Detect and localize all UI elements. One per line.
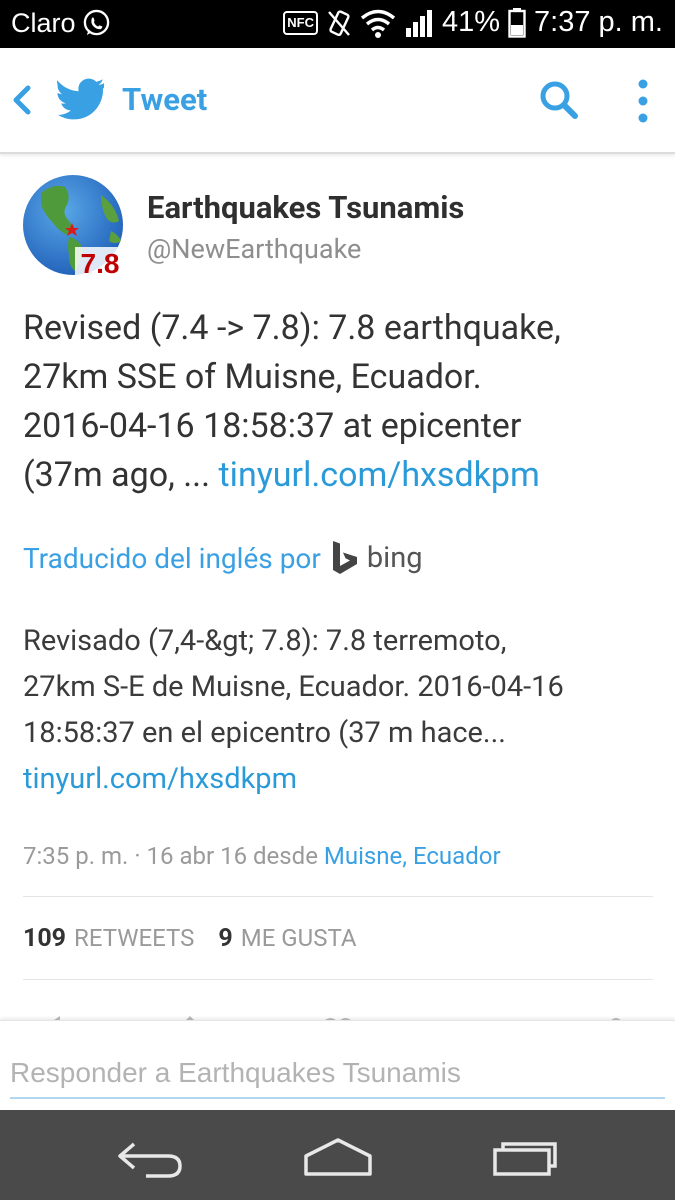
tweet-metadata: 7:35 p. m. · 16 abr 16 desde Muisne, Ecu… xyxy=(23,842,501,870)
tweet-text-line: 27km SSE of Muisne, Ecuador. xyxy=(23,357,482,397)
translated-text: Revisado (7,4-&gt; 7.8): 7.8 terremoto, … xyxy=(23,618,663,802)
translated-text-line: 18:58:37 en el epicentro (37 m hace... xyxy=(23,716,506,750)
tweet-text-line-start: (37m ago, ... xyxy=(23,455,219,495)
nfc-icon: NFC xyxy=(283,10,318,35)
tweet-location-link[interactable]: Muisne, Ecuador xyxy=(324,842,501,870)
author-handle[interactable]: @NewEarthquake xyxy=(147,233,361,265)
author-avatar[interactable]: 7.8 xyxy=(23,175,125,277)
reply-input[interactable] xyxy=(10,1049,665,1099)
tweet-text-line: Revised (7.4 -> 7.8): 7.8 earthquake, xyxy=(23,308,561,348)
whatsapp-icon xyxy=(83,9,110,36)
back-icon[interactable] xyxy=(116,1136,184,1178)
carrier-label: Claro xyxy=(11,8,76,38)
tweet-stats: 109 RETWEETS 9 ME GUSTA xyxy=(23,924,381,953)
from-label: desde xyxy=(253,842,318,870)
tweet-text-line: (37m ago, ... tinyurl.com/hxsdkpm xyxy=(23,451,653,500)
divider xyxy=(23,979,653,980)
overflow-menu-icon[interactable] xyxy=(634,78,652,124)
likes-label[interactable]: ME GUSTA xyxy=(241,924,357,952)
battery-percent: 41% xyxy=(441,6,501,38)
divider xyxy=(23,896,653,897)
retweets-count[interactable]: 109 xyxy=(23,924,66,953)
translated-link[interactable]: tinyurl.com/hxsdkpm xyxy=(23,756,663,802)
status-bar: Claro NFC 41% 7:37 p. m. xyxy=(0,0,675,48)
tweet-timestamp: 7:35 p. m. · 16 abr 16 xyxy=(23,842,248,870)
wifi-icon xyxy=(360,9,396,38)
translated-text-line: 27km S-E de Muisne, Ecuador. 2016-04-16 xyxy=(23,670,564,704)
recent-apps-icon[interactable] xyxy=(492,1136,562,1178)
translation-attribution[interactable]: Traducido del inglés por bing xyxy=(23,540,423,576)
home-icon[interactable] xyxy=(302,1136,374,1178)
likes-count[interactable]: 9 xyxy=(218,924,232,953)
app-bar: Tweet xyxy=(0,48,675,154)
back-chevron-icon[interactable] xyxy=(10,83,34,117)
reply-bar xyxy=(0,1020,675,1111)
translated-text-line: Revisado (7,4-&gt; 7.8): 7.8 terremoto, xyxy=(23,624,507,658)
translated-by-label: Traducido del inglés por xyxy=(23,541,321,575)
bing-logo-icon xyxy=(332,541,357,574)
system-navigation-bar xyxy=(0,1110,675,1200)
battery-icon xyxy=(508,7,526,38)
signal-icon xyxy=(405,9,432,37)
clock: 7:37 p. m. xyxy=(534,6,663,38)
app-bar-title: Tweet xyxy=(122,81,208,118)
tweet-link[interactable]: tinyurl.com/hxsdkpm xyxy=(219,455,540,495)
author-name[interactable]: Earthquakes Tsunamis xyxy=(147,189,464,226)
search-icon[interactable] xyxy=(539,80,579,120)
status-icons: NFC 41% 7:37 p. m. xyxy=(283,6,663,39)
retweets-label[interactable]: RETWEETS xyxy=(74,924,194,952)
tweet-text: Revised (7.4 -> 7.8): 7.8 earthquake, 27… xyxy=(23,304,653,500)
translator-name: bing xyxy=(366,541,423,575)
vibrate-icon xyxy=(328,9,350,36)
twitter-bird-icon[interactable] xyxy=(56,78,104,120)
avatar-magnitude-label: 7.8 xyxy=(81,248,120,277)
tweet-text-line: 2016-04-16 18:58:37 at epicenter xyxy=(23,406,522,446)
